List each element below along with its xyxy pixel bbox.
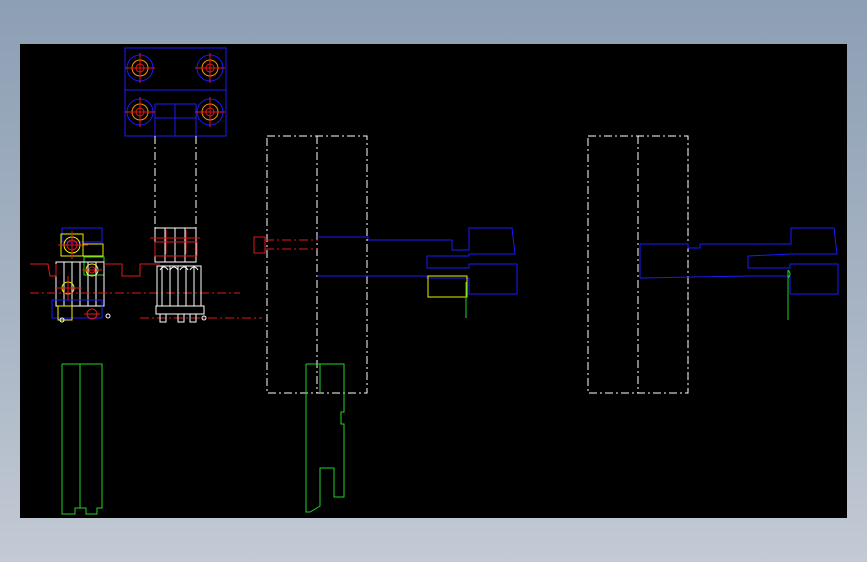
bolt-hole: [195, 53, 225, 83]
side-view-right-mould: [587, 135, 839, 394]
front-view-mechanism: [30, 227, 262, 515]
bolt-hole: [125, 97, 155, 127]
drawing-canvas[interactable]: .b { stroke: #1a1aff; fill: none; stroke…: [20, 44, 847, 518]
cad-viewer: .b { stroke: #1a1aff; fill: none; stroke…: [0, 0, 867, 562]
cad-drawing: .b { stroke: #1a1aff; fill: none; stroke…: [30, 47, 839, 515]
bolt-hole: [195, 97, 225, 127]
side-view-left-mould: [253, 135, 518, 513]
bolt-hole: [125, 53, 155, 83]
